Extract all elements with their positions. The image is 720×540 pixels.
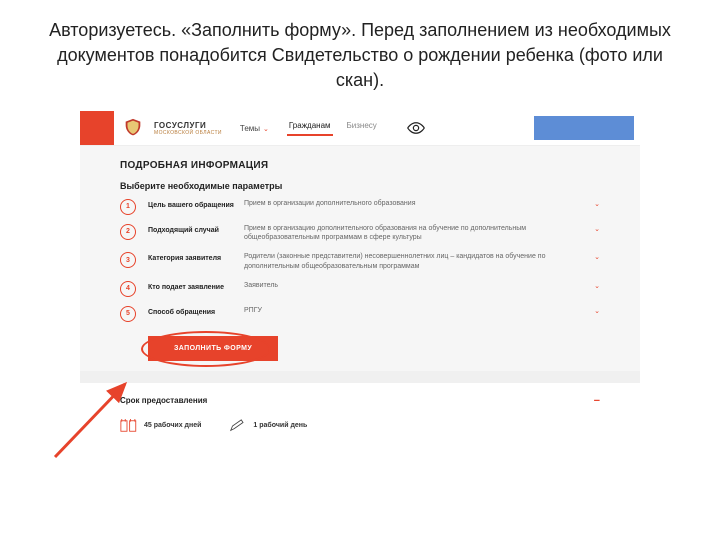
delivery-days: 45 рабочих дней	[144, 422, 201, 429]
step-number: 2	[120, 224, 136, 240]
param-row: 1 Цель вашего обращения Прием в организа…	[120, 199, 600, 215]
top-bar: ГОСУСЛУГИ МОСКОВСКОЙ ОБЛАСТИ Темы ⌄ Граж…	[80, 112, 640, 146]
tab-citizens[interactable]: Гражданам	[287, 121, 333, 136]
section-title: ПОДРОБНАЯ ИНФОРМАЦИЯ	[120, 160, 600, 171]
section-prompt: Выберите необходимые параметры	[120, 181, 600, 191]
chevron-down-icon: ⌄	[594, 253, 600, 263]
screenshot-panel: ГОСУСЛУГИ МОСКОВСКОЙ ОБЛАСТИ Темы ⌄ Граж…	[80, 112, 640, 443]
brand: ГОСУСЛУГИ МОСКОВСКОЙ ОБЛАСТИ	[154, 121, 222, 136]
chevron-down-icon: ⌄	[594, 225, 600, 235]
param-row: 5 Способ обращения РПГУ⌄	[120, 306, 600, 322]
themes-label: Темы	[240, 124, 260, 133]
menu-square[interactable]	[80, 111, 114, 145]
param-row: 2 Подходящий случай Прием в организацию …	[120, 224, 600, 244]
chevron-down-icon: ⌄	[594, 282, 600, 292]
pen-icon	[229, 419, 247, 433]
brand-title: ГОСУСЛУГИ	[154, 121, 222, 130]
step-number: 5	[120, 306, 136, 322]
tab-business[interactable]: Бизнесу	[345, 121, 379, 136]
step-number: 3	[120, 252, 136, 268]
delivery-section: Срок предоставления − 45 рабочих дней 1 …	[80, 383, 640, 443]
fill-form-button[interactable]: ЗАПОЛНИТЬ ФОРМУ	[148, 336, 278, 361]
param-select[interactable]: Прием в организации дополнительного обра…	[244, 199, 600, 210]
delivery-reg: 1 рабочий день	[253, 422, 307, 429]
param-label: Подходящий случай	[148, 224, 244, 234]
param-select[interactable]: Родители (законные представители) несове…	[244, 252, 600, 272]
param-select[interactable]: РПГУ⌄	[244, 306, 600, 317]
calendar-icon	[120, 419, 138, 433]
param-label: Категория заявителя	[148, 252, 244, 262]
param-row: 3 Категория заявителя Родители (законные…	[120, 252, 600, 272]
chevron-down-icon: ⌄	[594, 307, 600, 317]
instruction-text: Авторизуетесь. «Заполнить форму». Перед …	[0, 0, 720, 106]
param-label: Цель вашего обращения	[148, 199, 244, 209]
login-button[interactable]	[534, 116, 634, 140]
param-select[interactable]: Прием в организацию дополнительного обра…	[244, 224, 600, 244]
param-select[interactable]: Заявитель⌄	[244, 281, 600, 292]
step-number: 1	[120, 199, 136, 215]
chevron-down-icon: ⌄	[594, 200, 600, 210]
param-label: Способ обращения	[148, 306, 244, 316]
delivery-item: 45 рабочих дней	[120, 419, 201, 433]
param-label: Кто подает заявление	[148, 281, 244, 291]
param-row: 4 Кто подает заявление Заявитель⌄	[120, 281, 600, 297]
chevron-down-icon: ⌄	[263, 125, 269, 133]
brand-sub: МОСКОВСКОЙ ОБЛАСТИ	[154, 130, 222, 136]
delivery-item: 1 рабочий день	[229, 419, 307, 433]
step-number: 4	[120, 281, 136, 297]
themes-menu[interactable]: Темы ⌄	[240, 124, 269, 133]
collapse-icon[interactable]: −	[594, 395, 600, 407]
emblem-icon	[120, 115, 146, 141]
delivery-title: Срок предоставления	[120, 396, 207, 405]
accessibility-icon[interactable]	[407, 122, 425, 134]
